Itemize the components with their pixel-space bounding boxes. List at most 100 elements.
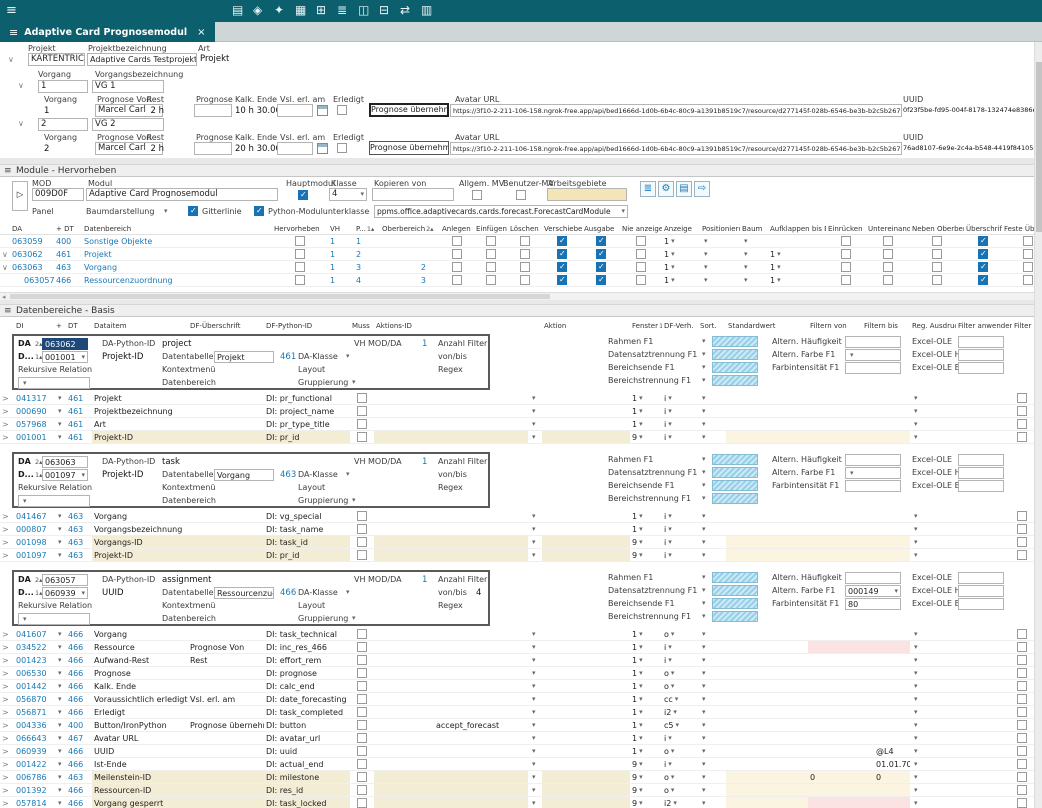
dropdown-caret[interactable]: ▾ — [668, 421, 672, 428]
prognose-uebernehmen-button[interactable]: Prognose übernehmen — [369, 141, 449, 155]
filter-deak-checkbox[interactable] — [1017, 511, 1027, 521]
dropdown-caret[interactable]: ▾ — [676, 722, 680, 729]
dropdown-caret[interactable]: ▾ — [668, 513, 672, 520]
vorgang-nr-field[interactable]: 1 — [38, 80, 88, 93]
dropdown-caret[interactable]: ▾ — [914, 735, 918, 742]
dropdown-caret[interactable]: ▾ — [702, 395, 706, 402]
horizontal-scrollbar[interactable]: ◂ — [0, 292, 1034, 300]
vorgang-name-field[interactable]: VG 1 — [92, 80, 164, 93]
dropdown-caret[interactable]: ▾ — [668, 644, 672, 651]
dropdown-caret[interactable]: ▾ — [702, 364, 706, 371]
dropdown-caret[interactable]: ▾ — [914, 539, 918, 546]
dropdown-caret[interactable]: ▾ — [81, 472, 85, 479]
filter-deak-checkbox[interactable] — [1017, 629, 1027, 639]
dropdown-caret[interactable]: ▾ — [671, 670, 675, 677]
dropdown-caret[interactable]: ▾ — [352, 497, 356, 504]
column-header[interactable]: Aktion — [542, 320, 630, 331]
muss-checkbox[interactable] — [357, 629, 367, 639]
dataitem-row[interactable]: >034522▾466RessourcePrognose VonDI: inc_… — [0, 641, 1034, 654]
dropdown-caret[interactable]: ▾ — [639, 709, 643, 716]
dropdown-caret[interactable]: ▾ — [668, 657, 672, 664]
format-field[interactable] — [958, 598, 1004, 610]
dropdown-caret[interactable]: ▾ — [532, 434, 536, 441]
dropdown-caret[interactable]: ▾ — [702, 482, 706, 489]
dropdown-caret[interactable]: ▾ — [914, 644, 918, 651]
einfuegen-checkbox[interactable] — [486, 249, 496, 259]
dataitem-row[interactable]: >066643▾467Avatar URLDI: avatar_url▾1▾i▾… — [0, 732, 1034, 745]
dropdown-caret[interactable]: ▾ — [58, 552, 62, 559]
column-header[interactable]: Anlegen — [440, 224, 474, 234]
dropdown-caret[interactable]: ▾ — [532, 644, 536, 651]
dropdown-caret[interactable]: ▾ — [58, 709, 62, 716]
column-header[interactable]: Reg. Ausdruck — [910, 320, 956, 331]
column-header[interactable]: Sort. — [698, 320, 726, 331]
dataitem-row[interactable]: >041607▾466VorgangDI: task_technical▾1▾o… — [0, 628, 1034, 641]
dropdown-caret[interactable]: ▾ — [702, 631, 706, 638]
column-header[interactable]: Baum — [740, 224, 768, 234]
dropdown-caret[interactable]: ▾ — [532, 696, 536, 703]
format-field[interactable] — [845, 572, 901, 584]
dropdown-caret[interactable]: ▾ — [639, 526, 643, 533]
format-field[interactable] — [958, 362, 1004, 374]
dropdown-caret[interactable]: ▾ — [639, 748, 643, 755]
dropdown-caret[interactable]: ▾ — [702, 495, 706, 502]
dropdown-caret[interactable]: ▾ — [702, 539, 706, 546]
dropdown-caret[interactable]: ▾ — [532, 421, 536, 428]
dropdown-caret[interactable]: ▾ — [744, 264, 748, 271]
dropdown-caret[interactable]: ▾ — [702, 469, 706, 476]
di-id-field[interactable]: 001097▾ — [42, 469, 88, 481]
format-field[interactable]: 80 — [845, 598, 901, 610]
dropdown-caret[interactable]: ▾ — [914, 395, 918, 402]
grid-icon[interactable]: ▦ — [295, 3, 306, 17]
dataitem-row[interactable]: >006786▾463Meilenstein-IDDI: milestone▾9… — [0, 771, 1034, 784]
expand-chevron[interactable]: > — [2, 656, 9, 665]
dropdown-caret[interactable]: ▾ — [639, 539, 643, 546]
neben-oberbereich-checkbox[interactable] — [932, 275, 942, 285]
dropdown-caret[interactable]: ▾ — [532, 552, 536, 559]
dropdown-caret[interactable]: ▾ — [58, 395, 62, 402]
column-header[interactable]: DF-Verh. — [662, 320, 698, 331]
muss-checkbox[interactable] — [357, 707, 367, 717]
nie-anzeigen-checkbox[interactable] — [636, 249, 646, 259]
dropdown-caret[interactable]: ▾ — [914, 709, 918, 716]
dropdown-caret[interactable]: ▾ — [532, 539, 536, 546]
section-menu-icon[interactable]: ≡ — [4, 306, 12, 316]
column-header[interactable]: + DT — [54, 224, 82, 234]
dropdown-caret[interactable]: ▾ — [702, 696, 706, 703]
format-field[interactable] — [958, 454, 1004, 466]
dropdown-caret[interactable]: ▾ — [702, 683, 706, 690]
dropdown-caret[interactable]: ▾ — [702, 761, 706, 768]
dropdown-caret[interactable]: ▾ — [702, 735, 706, 742]
expand-chevron[interactable]: > — [2, 786, 9, 795]
dropdown-caret[interactable]: ▾ — [702, 587, 706, 594]
muss-checkbox[interactable] — [357, 772, 367, 782]
filter-deak-checkbox[interactable] — [1017, 785, 1027, 795]
column-header[interactable]: Ausgabe — [582, 224, 620, 234]
dropdown-caret[interactable]: ▾ — [702, 787, 706, 794]
muss-checkbox[interactable] — [357, 511, 367, 521]
remove-panel-icon[interactable]: ⊟ — [379, 3, 389, 17]
dropdown-caret[interactable]: ▾ — [639, 722, 643, 729]
dropdown-caret[interactable]: ▾ — [532, 683, 536, 690]
python-unterklasse-checkbox[interactable] — [254, 206, 264, 216]
dataitem-row[interactable]: >001097▾463Projekt-IDDI: pr_id▾9▾i▾▾▾ — [0, 549, 1034, 562]
dropdown-caret[interactable]: ▾ — [914, 696, 918, 703]
gear-icon[interactable]: ⚙ — [658, 181, 674, 197]
muss-checkbox[interactable] — [357, 798, 367, 808]
dropdown-caret[interactable]: ▾ — [58, 761, 62, 768]
dataitem-row[interactable]: >041467▾463VorgangDI: vg_special▾1▾i▾▾▾ — [0, 510, 1034, 523]
einruecken-checkbox[interactable] — [841, 275, 851, 285]
dropdown-caret[interactable]: ▾ — [58, 670, 62, 677]
dropdown-caret[interactable]: ▾ — [704, 277, 708, 284]
filter-deak-checkbox[interactable] — [1017, 668, 1027, 678]
column-header[interactable]: Einfügen — [474, 224, 508, 234]
expand-chevron[interactable]: ∨ — [2, 250, 8, 259]
format-field[interactable]: ▾ — [845, 467, 901, 479]
avatar-url-field[interactable]: https://3f10-2-211-106-158.ngrok-free.ap… — [450, 104, 902, 117]
format-field[interactable] — [958, 572, 1004, 584]
kopieren-von-field[interactable] — [372, 188, 454, 201]
dropdown-caret[interactable]: ▾ — [532, 800, 536, 807]
column-header[interactable]: Nie anzeigen — [620, 224, 662, 234]
anlegen-checkbox[interactable] — [452, 236, 462, 246]
dropdown-caret[interactable]: ▾ — [58, 631, 62, 638]
